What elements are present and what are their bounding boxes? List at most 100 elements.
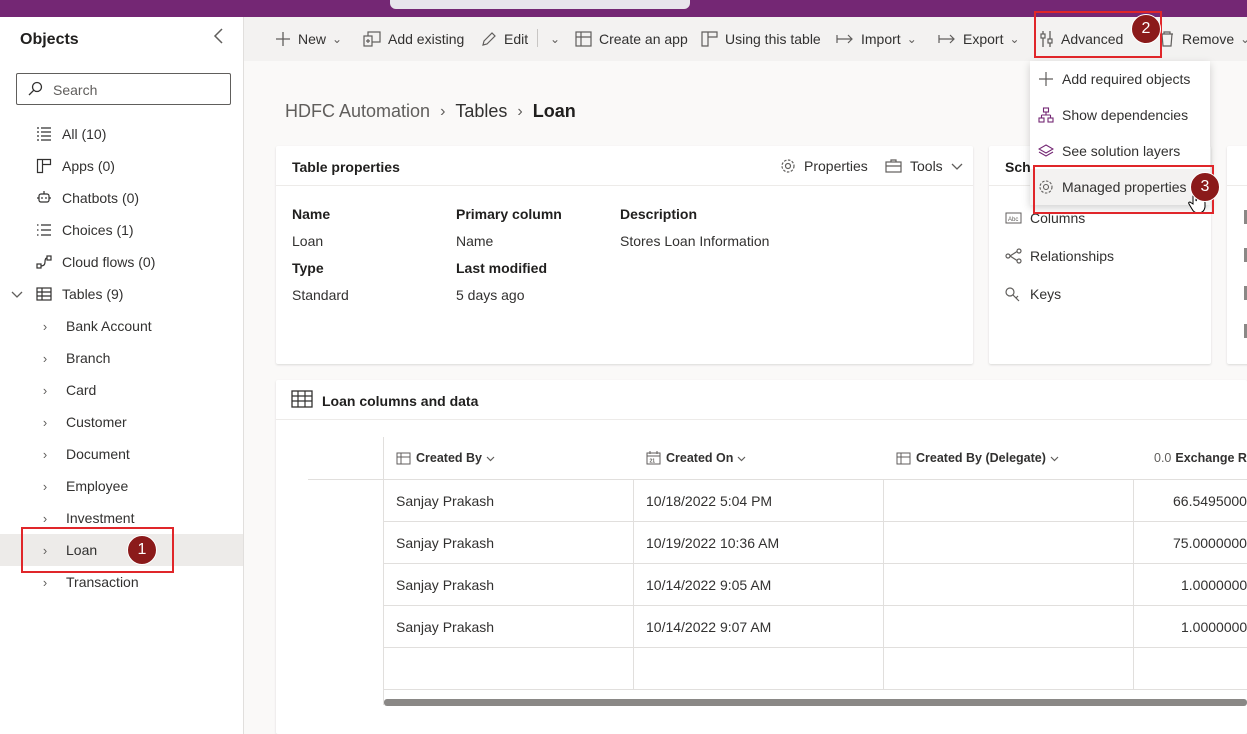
lookup-icon bbox=[896, 452, 911, 464]
nav-count: (0) bbox=[138, 254, 156, 270]
chevron-right-icon[interactable]: › bbox=[38, 511, 52, 526]
step-badge: 3 bbox=[1190, 172, 1220, 202]
breadcrumb-tables-link[interactable]: Tables bbox=[455, 101, 507, 122]
chevron-right-icon[interactable]: › bbox=[38, 351, 52, 366]
using-table-button[interactable]: Using this table bbox=[701, 29, 821, 49]
nav-count: (9) bbox=[106, 286, 124, 302]
table-cell[interactable]: Sanjay Prakash bbox=[396, 606, 494, 648]
import-button[interactable]: Import ⌄ bbox=[836, 29, 917, 49]
objects-search-input[interactable]: Search bbox=[16, 73, 231, 105]
nav-item-apps[interactable]: Apps (0) bbox=[0, 150, 243, 182]
chevron-right-icon[interactable]: › bbox=[38, 319, 52, 334]
table-item-label: Bank Account bbox=[66, 318, 152, 334]
create-app-button[interactable]: Create an app bbox=[575, 29, 688, 49]
table-cell[interactable]: 10/14/2022 9:05 AM bbox=[646, 564, 771, 606]
table-properties-card: Table properties Properties Tools Name L… bbox=[276, 146, 973, 364]
chevron-down-icon: ⌄ bbox=[1240, 32, 1247, 46]
properties-button[interactable]: Properties bbox=[780, 158, 868, 174]
remove-button[interactable]: Remove ⌄ bbox=[1159, 29, 1247, 49]
menu-item-label: Show dependencies bbox=[1062, 107, 1189, 123]
table-cell[interactable]: 1.00000000 bbox=[1181, 564, 1247, 606]
nav-label: All bbox=[62, 126, 78, 142]
table-cell[interactable]: 10/18/2022 5:04 PM bbox=[646, 480, 772, 522]
edit-button[interactable]: Edit bbox=[481, 29, 528, 49]
row-divider bbox=[383, 689, 1247, 690]
chevron-right-icon[interactable]: › bbox=[38, 415, 52, 430]
type-label: Type bbox=[292, 260, 324, 276]
table-cell[interactable]: 10/19/2022 10:36 AM bbox=[646, 522, 779, 564]
table-cell[interactable]: 10/14/2022 9:07 AM bbox=[646, 606, 771, 648]
table-item-card[interactable]: › Card bbox=[0, 374, 243, 406]
column-header-created-on[interactable]: 21 Created On bbox=[646, 437, 746, 479]
table-cell[interactable]: Sanjay Prakash bbox=[396, 522, 494, 564]
menu-see-solution-layers[interactable]: See solution layers bbox=[1030, 133, 1210, 169]
table-cell[interactable]: 1.00000000 bbox=[1181, 606, 1247, 648]
search-placeholder: Search bbox=[53, 82, 98, 98]
collapse-panel-icon[interactable] bbox=[212, 27, 224, 51]
table-item-label: Branch bbox=[66, 350, 111, 366]
breadcrumb-solution-link[interactable]: HDFC Automation bbox=[285, 101, 430, 122]
chevron-down-icon: ⌄ bbox=[550, 32, 561, 46]
nav-item-tables[interactable]: Tables (9) bbox=[0, 278, 243, 310]
table-cell[interactable]: 66.54950000 bbox=[1173, 480, 1247, 522]
chevron-down-icon bbox=[737, 451, 746, 465]
chevron-right-icon[interactable]: › bbox=[38, 479, 52, 494]
table-item-bank-account[interactable]: › Bank Account bbox=[0, 310, 243, 342]
card-header bbox=[1227, 146, 1247, 186]
new-button[interactable]: New ⌄ bbox=[275, 29, 342, 49]
add-existing-label: Add existing bbox=[388, 31, 465, 47]
chevron-down-icon bbox=[951, 158, 963, 174]
column-header-created-by-delegate[interactable]: Created By (Delegate) bbox=[896, 437, 1059, 479]
global-search-box[interactable] bbox=[390, 0, 690, 9]
new-label: New bbox=[298, 31, 327, 47]
table-item-label: Card bbox=[66, 382, 97, 398]
chevron-right-icon[interactable]: › bbox=[38, 383, 52, 398]
calendar-icon: 21 bbox=[646, 451, 661, 465]
type-value: Standard bbox=[292, 287, 349, 303]
table-item-employee[interactable]: › Employee bbox=[0, 470, 243, 502]
chevron-down-icon[interactable] bbox=[10, 287, 24, 302]
breadcrumb: HDFC Automation › Tables › Loan bbox=[285, 101, 576, 122]
import-label: Import bbox=[861, 31, 901, 47]
description-label: Description bbox=[620, 206, 698, 222]
table-cell[interactable]: Sanjay Prakash bbox=[396, 564, 494, 606]
edit-dropdown-button[interactable]: ⌄ bbox=[544, 29, 560, 49]
plus-icon bbox=[276, 32, 290, 46]
card-title: Table properties bbox=[292, 159, 400, 175]
nav-item-all[interactable]: All (10) bbox=[0, 118, 243, 150]
horizontal-scrollbar[interactable] bbox=[384, 699, 1247, 706]
chevron-right-icon[interactable]: › bbox=[38, 575, 52, 590]
export-button[interactable]: Export ⌄ bbox=[938, 29, 1020, 49]
column-header-exchange-rate[interactable]: 0.0 Exchange Rat bbox=[1154, 437, 1247, 479]
nav-item-chatbots[interactable]: Chatbots (0) bbox=[0, 182, 243, 214]
chevron-right-icon[interactable]: › bbox=[38, 447, 52, 462]
last-modified-label: Last modified bbox=[456, 260, 548, 276]
table-item-document[interactable]: › Document bbox=[0, 438, 243, 470]
row-divider bbox=[383, 605, 1247, 606]
svg-text:21: 21 bbox=[650, 459, 656, 465]
menu-item-label: Add required objects bbox=[1062, 71, 1191, 87]
add-existing-button[interactable]: Add existing bbox=[363, 29, 464, 49]
nav-item-cloud-flows[interactable]: Cloud flows (0) bbox=[0, 246, 243, 278]
relationships-label: Relationships bbox=[1030, 248, 1115, 264]
chevron-right-icon: › bbox=[440, 102, 446, 120]
data-experiences-card bbox=[1227, 146, 1247, 364]
tools-button[interactable]: Tools bbox=[885, 158, 963, 174]
nav-label: Tables bbox=[62, 286, 103, 302]
using-table-label: Using this table bbox=[725, 31, 821, 47]
schema-relationships-link[interactable]: Relationships bbox=[1005, 248, 1114, 264]
table-item-customer[interactable]: › Customer bbox=[0, 406, 243, 438]
nav-label: Apps bbox=[62, 158, 94, 174]
menu-show-dependencies[interactable]: Show dependencies bbox=[1030, 97, 1210, 133]
nav-count: (10) bbox=[81, 126, 107, 142]
menu-add-required-objects[interactable]: Add required objects bbox=[1030, 61, 1210, 97]
table-cell[interactable]: Sanjay Prakash bbox=[396, 480, 494, 522]
table-item-branch[interactable]: › Branch bbox=[0, 342, 243, 374]
schema-keys-link[interactable]: Keys bbox=[1005, 286, 1061, 302]
column-header-created-by[interactable]: Created By bbox=[396, 437, 495, 479]
table-cell[interactable]: 75.00000000 bbox=[1173, 522, 1247, 564]
grid-left-border bbox=[383, 437, 384, 705]
remove-label: Remove bbox=[1182, 31, 1235, 47]
apps-icon bbox=[34, 158, 54, 174]
nav-item-choices[interactable]: Choices (1) bbox=[0, 214, 243, 246]
